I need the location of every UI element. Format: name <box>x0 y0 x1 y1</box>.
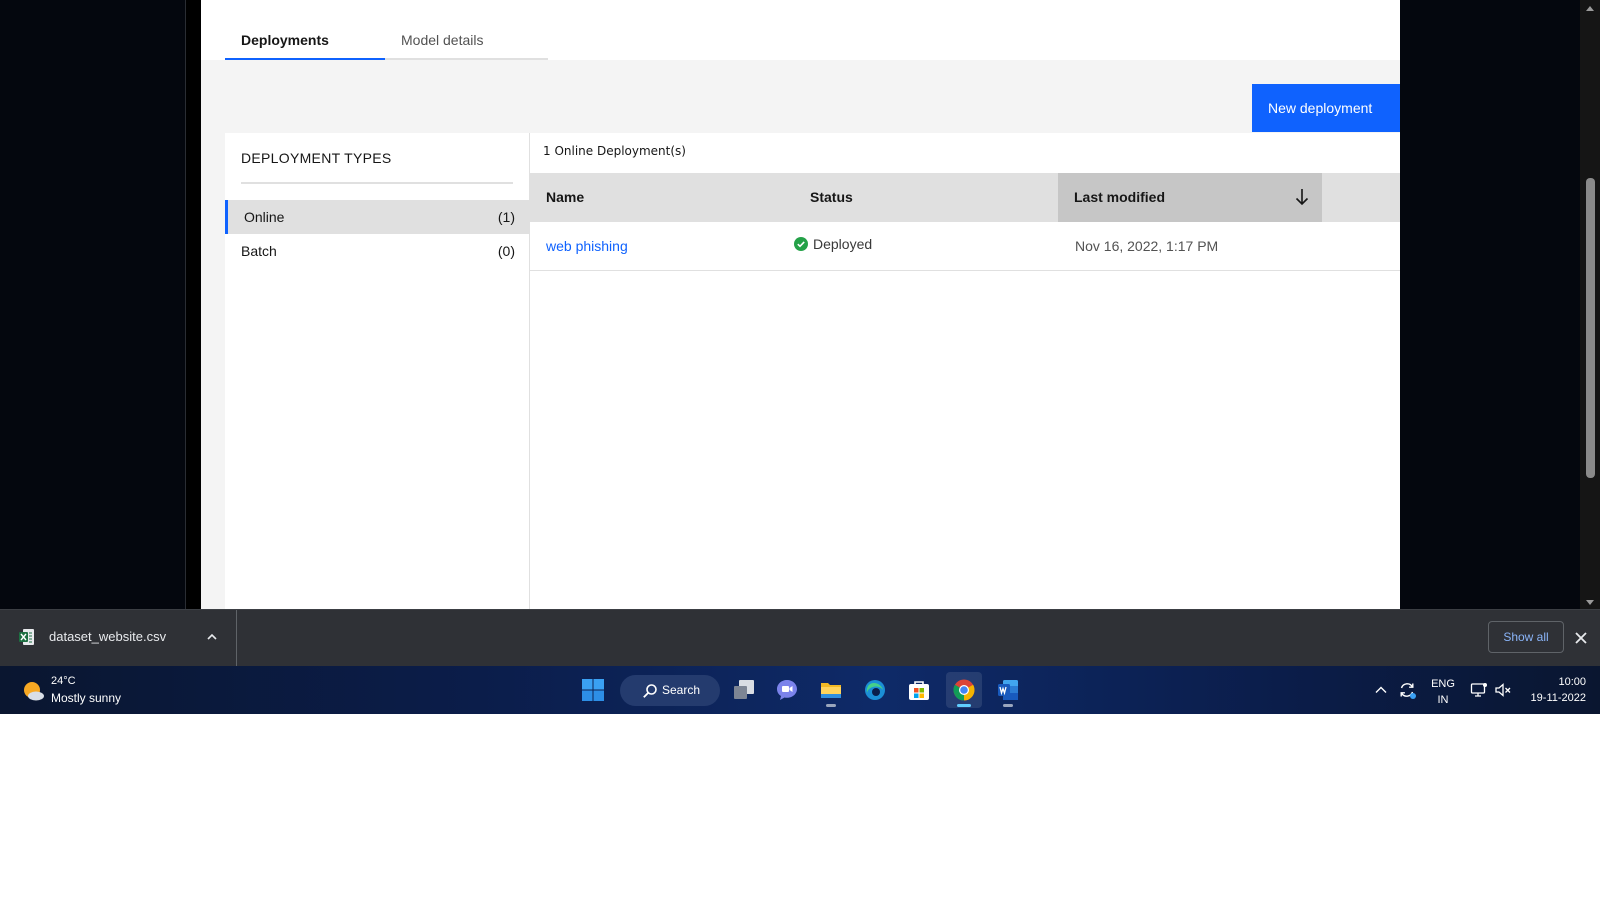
deployment-type-label: Online <box>244 209 285 225</box>
scroll-down-arrow-icon[interactable] <box>1586 600 1594 605</box>
speaker-muted-icon[interactable] <box>1494 681 1512 699</box>
search-icon <box>643 684 657 698</box>
left-dark-panel <box>0 0 186 609</box>
task-view-button[interactable] <box>726 672 762 708</box>
weather-condition: Mostly sunny <box>51 691 122 705</box>
scroll-up-arrow-icon[interactable] <box>1586 6 1594 11</box>
sun-cloud-icon <box>24 682 44 701</box>
deployment-status: Deployed <box>813 236 873 252</box>
edge-button[interactable] <box>857 672 893 708</box>
network-monitor-icon[interactable] <box>1470 681 1488 699</box>
tabs-bar: Deployments Model details <box>201 0 1400 60</box>
deployment-page: Deployments Model details New deployment… <box>201 0 1400 609</box>
running-indicator <box>826 704 836 707</box>
input-language-indicator[interactable]: ENG IN <box>1428 676 1458 708</box>
word-button[interactable] <box>990 672 1026 708</box>
language-code: ENG <box>1431 678 1455 690</box>
windows-start-button[interactable] <box>575 672 611 708</box>
tab-deployments[interactable]: Deployments <box>225 28 385 60</box>
show-all-button[interactable]: Show all <box>1488 621 1564 653</box>
check-circle-icon <box>794 237 808 251</box>
tab-model-details[interactable]: Model details <box>385 28 548 60</box>
new-deployment-button[interactable]: New deployment <box>1252 84 1400 132</box>
deployment-types-title: DEPLOYMENT TYPES <box>241 150 392 166</box>
chevron-up-icon[interactable] <box>206 631 218 643</box>
windows-logo-icon <box>582 679 604 701</box>
divider <box>241 182 513 184</box>
clock-time: 10:00 <box>1558 676 1586 688</box>
teams-chat-button[interactable] <box>769 672 805 708</box>
active-indicator <box>957 704 971 707</box>
deployments-table-panel: 1 Online Deployment(s) Name Status Last … <box>530 133 1400 609</box>
tab-model-details-label: Model details <box>401 32 484 48</box>
edge-icon <box>865 680 885 700</box>
excel-file-icon <box>19 629 34 645</box>
folder-icon <box>821 683 841 698</box>
weather-temperature: 24°C <box>51 675 76 687</box>
word-icon <box>998 680 1018 700</box>
scrollbar[interactable] <box>1580 0 1600 609</box>
right-dark-panel <box>1400 0 1580 609</box>
sort-descending-icon[interactable] <box>1294 187 1310 207</box>
chrome-button[interactable] <box>946 672 982 708</box>
teams-chat-icon <box>777 680 797 700</box>
file-explorer-button[interactable] <box>813 672 849 708</box>
close-icon[interactable] <box>1572 629 1590 647</box>
column-header-status-label: Status <box>810 189 853 205</box>
screen: Deployments Model details New deployment… <box>0 0 1600 714</box>
column-header-name[interactable]: Name <box>530 173 794 222</box>
download-bar: dataset_website.csv Show all <box>0 609 1600 666</box>
chevron-up-icon[interactable] <box>1374 683 1388 697</box>
deployment-type-label: Batch <box>241 243 277 259</box>
taskbar-search-button[interactable]: Search <box>620 675 720 706</box>
clock-date: 19-11-2022 <box>1530 692 1586 704</box>
deployment-type-count: (0) <box>497 243 515 259</box>
store-icon <box>909 681 929 700</box>
deployment-type-online[interactable]: Online (1) <box>225 200 529 234</box>
deployment-count: 1 Online Deployment(s) <box>543 144 686 158</box>
deployment-types-panel: DEPLOYMENT TYPES Online (1) Batch (0) <box>225 133 530 609</box>
deployment-type-batch[interactable]: Batch (0) <box>225 234 529 268</box>
taskbar: 24°C Mostly sunny Search ENG IN 10:00 19… <box>0 666 1600 714</box>
column-header-last-modified-label: Last modified <box>1074 189 1166 205</box>
region-code: IN <box>1437 694 1449 706</box>
system-clock[interactable]: 10:00 19-11-2022 <box>1522 674 1586 706</box>
deployment-last-modified: Nov 16, 2022, 1:17 PM <box>1075 238 1219 254</box>
column-header-status[interactable]: Status <box>794 173 1058 222</box>
scrollbar-thumb[interactable] <box>1586 178 1595 478</box>
task-view-icon <box>734 680 754 699</box>
table-header: Name Status Last modified <box>530 173 1400 222</box>
column-header-last-modified[interactable]: Last modified <box>1058 173 1322 222</box>
running-indicator <box>1003 704 1013 707</box>
download-item[interactable]: dataset_website.csv <box>0 610 237 666</box>
download-file-name: dataset_website.csv <box>49 629 167 644</box>
deployment-name-link[interactable]: web phishing <box>546 238 628 254</box>
taskbar-search-label: Search <box>662 683 701 697</box>
chrome-icon <box>953 679 975 701</box>
table-row: web phishing Deployed Nov 16, 2022, 1:17… <box>530 222 1400 271</box>
sync-icon[interactable] <box>1397 680 1417 700</box>
tab-deployments-label: Deployments <box>241 32 329 48</box>
weather-widget[interactable]: 24°C Mostly sunny <box>18 674 148 708</box>
microsoft-store-button[interactable] <box>901 672 937 708</box>
deployment-type-count: (1) <box>497 209 515 225</box>
column-header-name-label: Name <box>546 189 585 205</box>
